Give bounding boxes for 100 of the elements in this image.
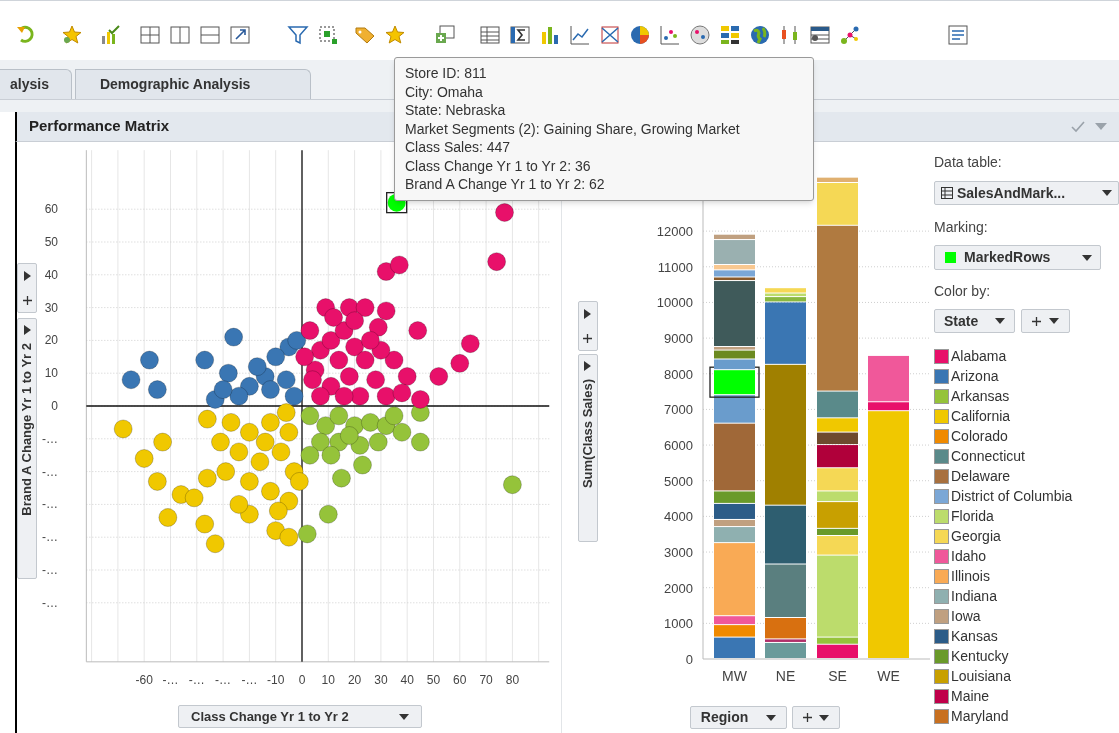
- check-icon[interactable]: [1071, 120, 1085, 133]
- category-label: MW: [721, 668, 747, 684]
- heat-map-icon[interactable]: [719, 23, 741, 46]
- data-table-dropdown[interactable]: SalesAndMark...: [934, 181, 1119, 205]
- tick-label: -…: [215, 673, 232, 687]
- caret-icon: [1102, 190, 1112, 196]
- x-axis-selector[interactable]: Region: [689, 706, 787, 729]
- legend-label[interactable]: Indiana: [951, 585, 997, 607]
- summary-table-icon[interactable]: [809, 23, 831, 46]
- marking-dropdown[interactable]: MarkedRows: [934, 245, 1101, 270]
- tick-label: 70: [479, 673, 493, 687]
- tick-label: 8000: [663, 366, 693, 382]
- legend-label[interactable]: Delaware: [951, 465, 1011, 487]
- tooltip-line: Market Segments (2): Gaining Share, Growing Market: [405, 119, 741, 138]
- tick-label: -…: [162, 673, 179, 687]
- legend-label[interactable]: Connecticut: [951, 445, 1025, 467]
- tick-label: 20: [347, 673, 362, 687]
- field-label: Color by:: [934, 282, 991, 301]
- combination-chart-icon[interactable]: [599, 23, 621, 46]
- grid-layout-icon[interactable]: [139, 23, 161, 46]
- legend-label[interactable]: Louisiana: [951, 665, 1011, 687]
- expand-triangle-icon[interactable]: [584, 361, 592, 371]
- tooltip-line: State: Nebraska: [405, 101, 507, 120]
- tab[interactable]: alysis: [0, 69, 72, 99]
- caret-icon: [1082, 254, 1092, 261]
- expand-triangle-icon[interactable]: [23, 325, 31, 335]
- plus-icon: [802, 713, 812, 722]
- legend-label[interactable]: Maryland: [951, 705, 1009, 727]
- caret-icon: [995, 318, 1005, 324]
- tick-label: 40: [400, 673, 414, 687]
- star-icon[interactable]: [61, 23, 83, 46]
- legend-label[interactable]: Maine: [951, 685, 990, 707]
- tick-label: -…: [42, 464, 58, 479]
- legend-label[interactable]: Georgia: [951, 525, 1001, 547]
- legend-label[interactable]: Arizona: [951, 365, 999, 387]
- tab[interactable]: Demographic Analysis: [74, 69, 312, 99]
- tick-label: 0: [685, 652, 693, 667]
- tick-label: 0: [298, 673, 306, 687]
- legend-label[interactable]: Kansas: [951, 625, 998, 647]
- tooltip-line: Class Sales: 447: [405, 138, 512, 157]
- tooltip-line: Class Change Yr 1 to Yr 2: 36: [405, 156, 592, 175]
- tick-label: -60: [135, 673, 153, 687]
- tooltip-line: Store ID: 811: [405, 64, 488, 83]
- plus-icon: [583, 333, 593, 343]
- sigma-table-icon[interactable]: [509, 23, 531, 46]
- tick-label: -…: [42, 431, 58, 446]
- table-icon[interactable]: [479, 23, 501, 46]
- y-axis-selector[interactable]: Sum(Class Sales): [577, 354, 598, 542]
- tick-label: 9000: [663, 331, 693, 347]
- filter-icon[interactable]: [287, 23, 309, 46]
- line-chart-icon[interactable]: [569, 23, 591, 46]
- tick-label: 5000: [663, 473, 693, 489]
- tick-label: 60: [453, 673, 467, 687]
- tick-label: -10: [267, 673, 285, 687]
- text-area-icon[interactable]: [947, 23, 969, 46]
- legend-label[interactable]: Kentucky: [951, 645, 1009, 667]
- scatter-plot-icon[interactable]: [659, 23, 681, 46]
- tick-label: -…: [188, 673, 205, 687]
- tick-label: 4000: [663, 509, 693, 525]
- field-label: Marking:: [934, 218, 988, 237]
- tick-label: 10: [44, 366, 58, 381]
- add-axis-button[interactable]: [791, 706, 840, 729]
- tick-label: 12000: [656, 224, 693, 240]
- expand-triangle-icon[interactable]: [23, 271, 31, 282]
- legend-label[interactable]: Idaho: [951, 545, 987, 567]
- add-visualization-icon[interactable]: [434, 23, 456, 46]
- legend-label[interactable]: Colorado: [951, 425, 1008, 447]
- category-label: WE: [877, 668, 900, 684]
- y-axis-selector[interactable]: Brand A Change Yr 1 to Yr 2: [17, 318, 37, 579]
- star-icon[interactable]: [384, 23, 406, 46]
- tick-label: -…: [42, 530, 58, 545]
- chart-check-icon[interactable]: [99, 23, 121, 46]
- legend-label[interactable]: Iowa: [951, 605, 981, 627]
- caret-icon: [1049, 318, 1059, 324]
- pie-chart-icon[interactable]: [629, 23, 651, 46]
- expand-triangle-icon[interactable]: [584, 309, 592, 320]
- x-axis-selector[interactable]: Class Change Yr 1 to Yr 2: [178, 705, 422, 728]
- legend-label[interactable]: Illinois: [951, 565, 990, 587]
- globe-icon[interactable]: [749, 23, 771, 46]
- tick-label: 3000: [663, 545, 693, 561]
- tick-label: 10000: [656, 295, 693, 311]
- tick-label: 2000: [663, 580, 693, 596]
- tick-label: 1000: [663, 616, 693, 632]
- panel-title: Performance Matrix: [29, 116, 170, 137]
- field-label: Data table:: [934, 153, 1002, 172]
- legend-label[interactable]: Alabama: [951, 345, 1007, 367]
- tick-label: 0: [51, 399, 58, 413]
- sphere-icon[interactable]: [689, 23, 711, 46]
- tick-label: 80: [505, 673, 520, 687]
- legend-label[interactable]: Florida: [951, 505, 994, 527]
- legend-label[interactable]: California: [951, 405, 1011, 427]
- maximize-icon[interactable]: [229, 23, 251, 46]
- plus-icon: [1032, 316, 1041, 326]
- add-color-button[interactable]: [1021, 309, 1070, 333]
- tick-label: 20: [44, 333, 58, 348]
- selection-icon[interactable]: [317, 23, 339, 46]
- legend-label[interactable]: Arkansas: [951, 385, 1010, 407]
- caret-icon: [765, 714, 776, 721]
- color-by-dropdown[interactable]: State: [934, 309, 1015, 333]
- legend-label[interactable]: District of Columbia: [951, 485, 1073, 507]
